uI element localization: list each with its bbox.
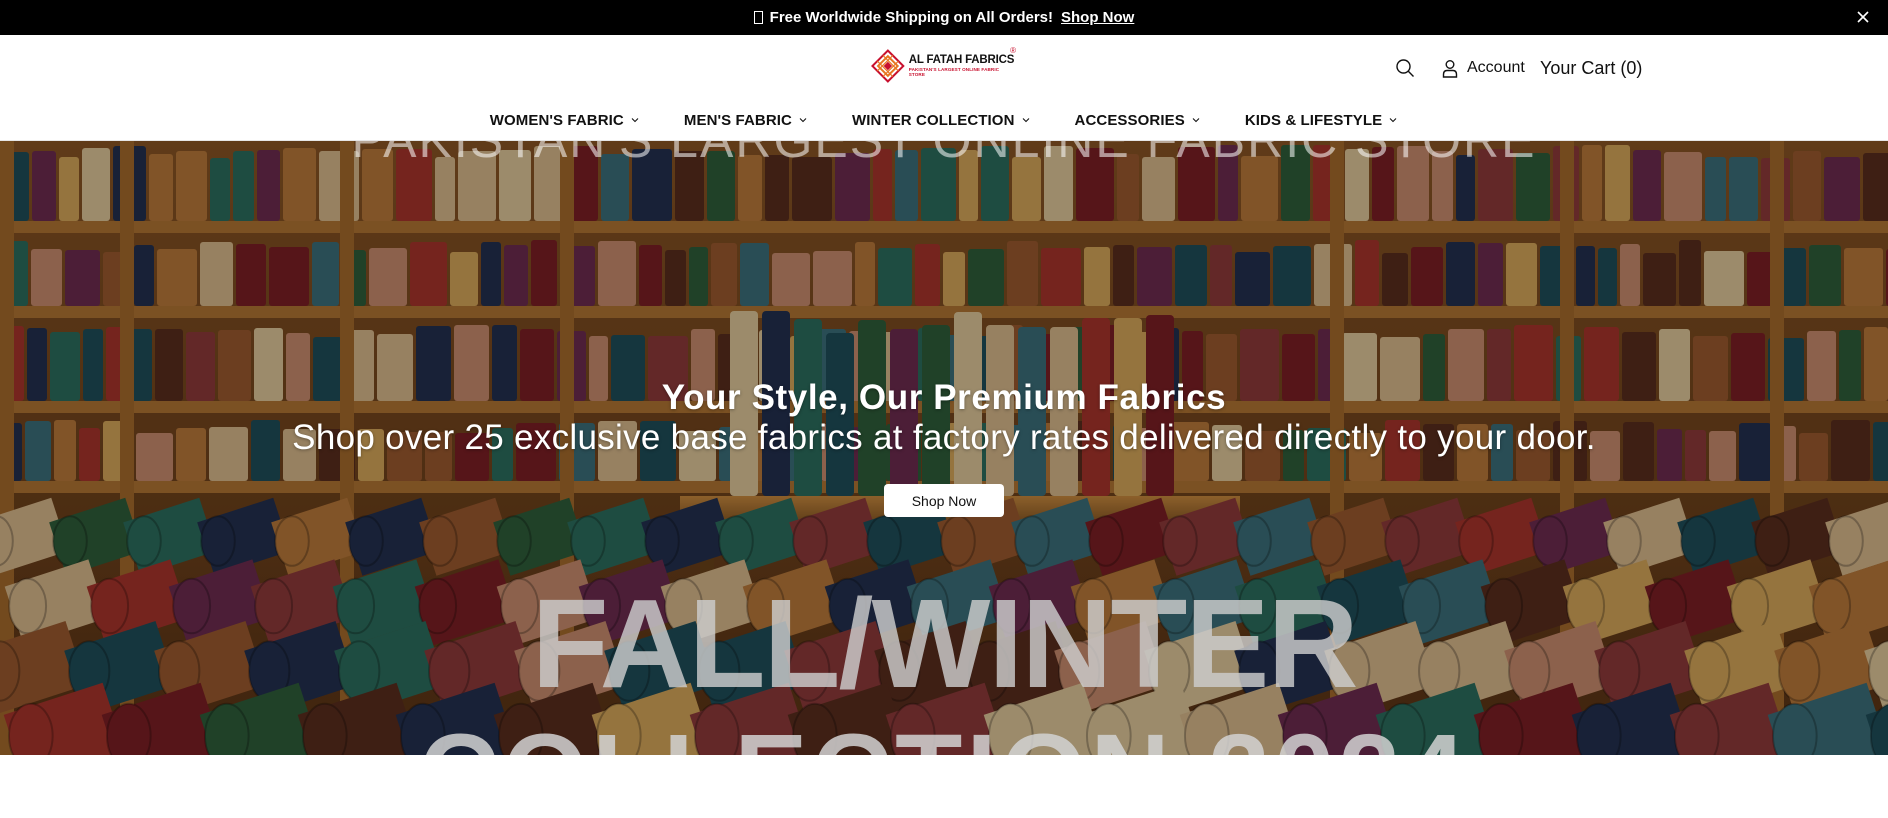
chevron-down-icon (631, 118, 639, 123)
nav-item-label: WINTER COLLECTION (851, 111, 1015, 129)
hero-headline: Your Style, Our Premium Fabrics (661, 378, 1227, 417)
nav-item-label: MEN'S FABRIC (683, 111, 792, 129)
hero-top-banner-text: PAKISTAN'S LARGEST ONLINE FABRIC STORE (0, 141, 1888, 169)
account-link[interactable]: Account (1442, 55, 1525, 81)
nav-item-accessories[interactable]: ACCESSORIES (1075, 107, 1201, 133)
site-header: AL FATAH FABRICS PAKISTAN'S LARGEST ONLI… (0, 35, 1888, 141)
account-label: Account (1467, 59, 1525, 76)
logo-tagline: PAKISTAN'S LARGEST ONLINE FABRIC STORE (908, 67, 1000, 77)
search-icon[interactable] (1394, 57, 1416, 79)
user-icon (1442, 59, 1458, 78)
chevron-down-icon (1192, 118, 1200, 123)
hero-shop-now-button[interactable]: Shop Now (884, 484, 1004, 517)
announcement-shop-now-link[interactable]: Shop Now (1061, 9, 1134, 26)
nav-item-label: KIDS & LIFESTYLE (1244, 111, 1383, 129)
nav-item-womens-fabric[interactable]: WOMEN'S FABRIC (490, 107, 640, 133)
main-nav: WOMEN'S FABRIC MEN'S FABRIC WINTER COLLE… (0, 107, 1888, 133)
gift-icon (753, 11, 763, 24)
announcement-text: Free Worldwide Shipping on All Orders! (769, 9, 1054, 26)
hero-banner-big-text: FALL/WINTER (531, 573, 1359, 714)
logo-name: AL FATAH FABRICS (908, 53, 1015, 66)
nav-item-label: ACCESSORIES (1074, 111, 1185, 129)
nav-item-label: WOMEN'S FABRIC (489, 111, 624, 129)
nav-item-mens-fabric[interactable]: MEN'S FABRIC (684, 107, 808, 133)
cart-link[interactable]: Your Cart (0) (1540, 55, 1642, 81)
close-icon[interactable] (1854, 8, 1872, 26)
hero-banner: PAKISTAN'S LARGEST ONLINE FABRIC STORE F… (0, 141, 1888, 755)
hero-banner-bottom-text: COLLECTION 2024 (0, 719, 1888, 756)
chevron-down-icon (799, 118, 807, 123)
registered-mark: ® (1010, 46, 1016, 55)
brand-logo[interactable]: AL FATAH FABRICS PAKISTAN'S LARGEST ONLI… (870, 46, 1016, 84)
nav-item-kids-lifestyle[interactable]: KIDS & LIFESTYLE (1245, 107, 1398, 133)
announcement-bar: Free Worldwide Shipping on All Orders! S… (0, 0, 1888, 35)
nav-item-winter-collection[interactable]: WINTER COLLECTION (852, 107, 1031, 133)
chevron-down-icon (1389, 118, 1397, 123)
hero-subheadline: Shop over 25 exclusive base fabrics at f… (292, 418, 1596, 457)
logo-mark-icon (871, 49, 905, 83)
chevron-down-icon (1022, 118, 1029, 123)
